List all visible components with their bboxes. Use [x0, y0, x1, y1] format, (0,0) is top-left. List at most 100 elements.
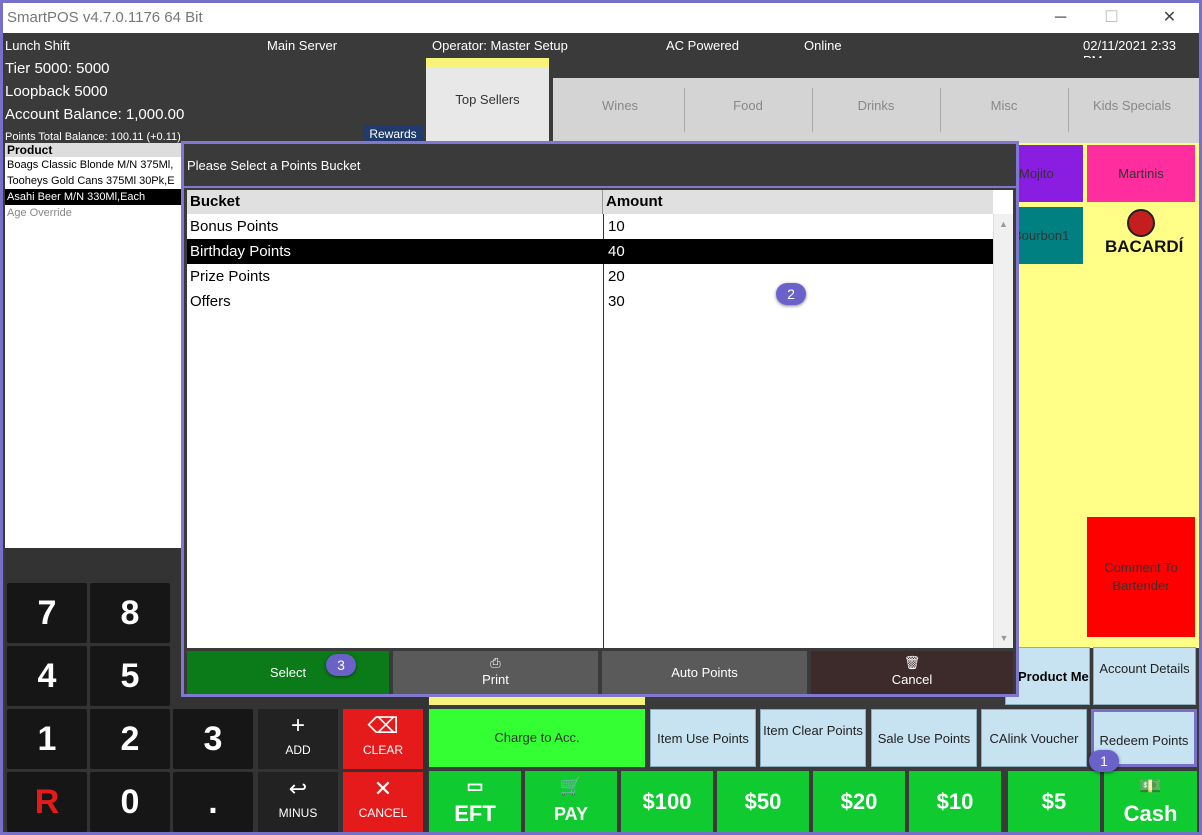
print-label: Print: [482, 672, 509, 687]
bucket-cell: Bonus Points: [190, 218, 279, 235]
cash-label: Cash: [1123, 801, 1178, 826]
add-label: ADD: [285, 743, 311, 757]
shift-label: Lunch Shift: [5, 38, 71, 53]
power-label: AC Powered: [666, 38, 739, 53]
dialog-body: Please Select a Points Bucket Bucket Amo…: [184, 144, 1016, 694]
amount-cell: 30: [608, 293, 625, 310]
bucket-cell: Birthday Points: [190, 243, 291, 260]
minimize-icon[interactable]: ─: [1038, 3, 1083, 33]
plus-circle-icon: +: [290, 712, 305, 739]
list-item[interactable]: Age Override: [5, 205, 183, 221]
amount-cell: 40: [608, 243, 625, 260]
card-icon: ▭: [466, 776, 484, 796]
loopback-label: Loopback 5000: [5, 83, 108, 100]
tender-10-button[interactable]: $10: [909, 771, 1001, 832]
tile-martinis[interactable]: Martinis: [1087, 145, 1195, 202]
key-4[interactable]: 4: [7, 646, 87, 706]
title-bar: SmartPOS v4.7.0.1176 64 Bit ─ ☐ ✕: [3, 3, 1199, 33]
eft-label: EFT: [454, 801, 496, 826]
order-list: Product Boags Classic Blonde M/N 375Ml, …: [5, 143, 183, 548]
tab-drinks[interactable]: Drinks: [812, 78, 940, 143]
scroll-down-icon[interactable]: ▼: [994, 628, 1014, 648]
clear-button[interactable]: ⌫ CLEAR: [343, 709, 423, 769]
maximize-icon[interactable]: ☐: [1089, 3, 1134, 33]
pay-label: PAY: [553, 804, 589, 824]
tab-kids-specials[interactable]: Kids Specials: [1068, 78, 1196, 143]
tier-label: Tier 5000: 5000: [5, 60, 110, 77]
vertical-scrollbar[interactable]: ▲ ▼: [993, 214, 1013, 648]
key-dot[interactable]: .: [173, 772, 253, 832]
bucket-column-header: Bucket: [187, 190, 603, 214]
calink-voucher-button[interactable]: CAlink Voucher: [981, 709, 1087, 767]
list-item[interactable]: Asahi Beer M/N 330Ml,Each: [5, 189, 183, 205]
print-button[interactable]: ⎙ Print: [393, 651, 598, 694]
tender-5-button[interactable]: $5: [1008, 771, 1100, 832]
bucket-grid: Bucket Amount Bonus Points 10 Birthday P…: [187, 190, 1013, 648]
dialog-title: Please Select a Points Bucket: [184, 144, 1016, 188]
key-7[interactable]: 7: [7, 583, 87, 643]
key-r[interactable]: R: [7, 772, 87, 832]
tender-50-button[interactable]: $50: [717, 771, 809, 832]
category-tabs: Top Sellers Wines Food Drinks Misc Kids …: [426, 58, 1199, 143]
status-bar: Lunch Shift Main Server Operator: Master…: [3, 33, 1199, 68]
tile-bacardi[interactable]: BACARDÍ: [1105, 209, 1184, 269]
item-use-points-button[interactable]: Item Use Points: [650, 709, 756, 767]
key-3[interactable]: 3: [173, 709, 253, 769]
cancel-sale-button[interactable]: ✕ CANCEL: [343, 772, 423, 832]
table-row[interactable]: Birthday Points 40: [187, 239, 993, 264]
charge-to-account-button[interactable]: Charge to Acc.: [429, 709, 645, 767]
sale-use-points-button[interactable]: Sale Use Points: [871, 709, 977, 767]
account-details-button[interactable]: Account Details: [1093, 647, 1196, 705]
yellow-strip: [429, 697, 645, 705]
points-bucket-dialog: Please Select a Points Bucket Bucket Amo…: [181, 141, 1019, 697]
eraser-icon: ⌫: [367, 713, 399, 738]
scroll-up-icon[interactable]: ▲: [994, 214, 1013, 234]
key-1[interactable]: 1: [7, 709, 87, 769]
key-5[interactable]: 5: [90, 646, 170, 706]
undo-icon: ↩: [288, 776, 308, 801]
callout-badge: 2: [776, 283, 806, 305]
amount-cell: 20: [608, 268, 625, 285]
table-row[interactable]: Prize Points 20: [187, 264, 993, 289]
callout-badge: 3: [326, 654, 356, 676]
table-row[interactable]: Offers 30: [187, 289, 993, 314]
tab-misc[interactable]: Misc: [940, 78, 1068, 143]
list-item[interactable]: Tooheys Gold Cans 375Ml 30Pk,E: [5, 173, 183, 189]
operator-label: Operator: Master Setup: [432, 38, 568, 53]
server-label: Main Server: [267, 38, 338, 53]
amount-cell: 10: [608, 218, 625, 235]
close-icon[interactable]: ✕: [1147, 3, 1192, 33]
key-8[interactable]: 8: [90, 583, 170, 643]
key-0[interactable]: 0: [90, 772, 170, 832]
item-clear-points-button[interactable]: Item Clear Points: [760, 709, 866, 767]
add-button[interactable]: + ADD: [258, 709, 338, 769]
callout-badge: 1: [1089, 750, 1119, 772]
tab-food[interactable]: Food: [684, 78, 812, 143]
tab-top-sellers[interactable]: Top Sellers: [426, 58, 549, 143]
bat-logo-icon: [1127, 209, 1155, 237]
printer-icon: ⎙: [490, 655, 501, 670]
product-column-header: Product: [5, 143, 183, 157]
eft-button[interactable]: ▭ EFT: [429, 771, 521, 832]
table-row[interactable]: Bonus Points 10: [187, 214, 993, 239]
tile-comment-to-bartender[interactable]: Comment To Bartender: [1087, 517, 1195, 637]
auto-points-button[interactable]: Auto Points: [602, 651, 807, 694]
dialog-cancel-button[interactable]: 🗑 Cancel: [811, 651, 1013, 694]
cart-icon: 🛒: [559, 776, 583, 796]
tab-wines[interactable]: Wines: [556, 78, 684, 143]
tender-20-button[interactable]: $20: [813, 771, 905, 832]
online-label: Online: [804, 38, 842, 53]
select-button[interactable]: Select: [187, 651, 389, 694]
bucket-cell: Prize Points: [190, 268, 271, 285]
bacardi-label: BACARDÍ: [1105, 237, 1184, 256]
minus-label: MINUS: [278, 806, 318, 820]
tender-100-button[interactable]: $100: [621, 771, 713, 832]
list-item[interactable]: Boags Classic Blonde M/N 375Ml,: [5, 157, 183, 173]
cash-button[interactable]: 💵 Cash: [1104, 771, 1197, 832]
key-2[interactable]: 2: [90, 709, 170, 769]
cash-icon: 💵: [1139, 776, 1162, 796]
cancel-label: CANCEL: [358, 806, 408, 820]
account-balance-label: Account Balance: 1,000.00: [5, 106, 185, 123]
minus-button[interactable]: ↩ MINUS: [258, 772, 338, 832]
pay-button[interactable]: 🛒 PAY: [525, 771, 617, 832]
